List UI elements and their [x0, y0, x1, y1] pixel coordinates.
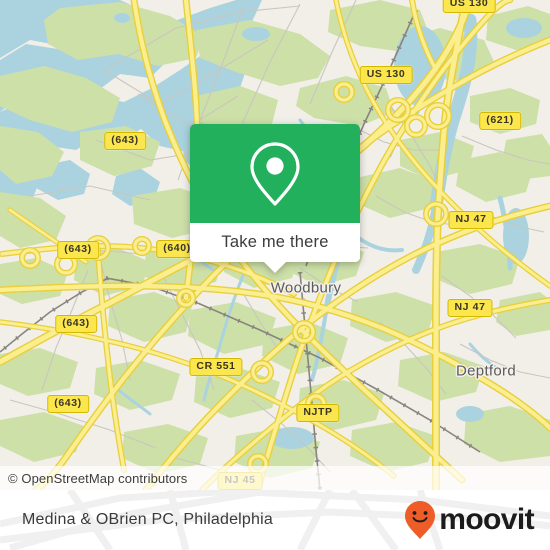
- callout-header: [190, 124, 360, 223]
- moovit-pin-icon: [405, 501, 436, 539]
- moovit-logo[interactable]: moovit: [403, 500, 535, 540]
- road-shield-nj47-north[interactable]: NJ 47: [448, 211, 494, 229]
- road-shield-621[interactable]: (621): [479, 112, 521, 130]
- road-shield-643-south[interactable]: (643): [47, 395, 89, 413]
- place-title: Medina & OBrien PC, Philadelphia: [22, 511, 273, 528]
- road-shield-643-west[interactable]: (643): [57, 241, 99, 259]
- callout-pointer-tail: [264, 262, 286, 273]
- bottom-info-bar: Medina & OBrien PC, Philadelphia moovit: [0, 490, 550, 550]
- road-shield-cr551[interactable]: CR 551: [189, 358, 243, 376]
- road-shield-us130[interactable]: US 130: [359, 66, 413, 84]
- take-me-there-label: Take me there: [221, 233, 329, 251]
- map-canvas[interactable]: Woodbury Deptford US 130 US 130 (621) (6…: [0, 0, 550, 490]
- callout-inner: Take me there: [190, 124, 360, 262]
- road-shield-643-mid[interactable]: (643): [55, 315, 97, 333]
- callout-footer[interactable]: Take me there: [190, 223, 360, 262]
- road-shield-643-north[interactable]: (643): [104, 132, 146, 150]
- moovit-map-screen: Woodbury Deptford US 130 US 130 (621) (6…: [0, 0, 550, 550]
- moovit-wordmark: moovit: [439, 503, 534, 536]
- road-shield-nj47-south[interactable]: NJ 47: [447, 299, 493, 317]
- road-shield-njtp[interactable]: NJTP: [296, 404, 340, 422]
- road-shield-nj45[interactable]: NJ 45: [217, 472, 263, 490]
- destination-callout-card[interactable]: Take me there: [190, 124, 360, 273]
- place-label-deptford: Deptford: [456, 362, 516, 380]
- road-shield-us130-north[interactable]: US 130: [442, 0, 496, 13]
- location-pin-icon: [250, 141, 300, 206]
- place-label-woodbury: Woodbury: [270, 279, 342, 297]
